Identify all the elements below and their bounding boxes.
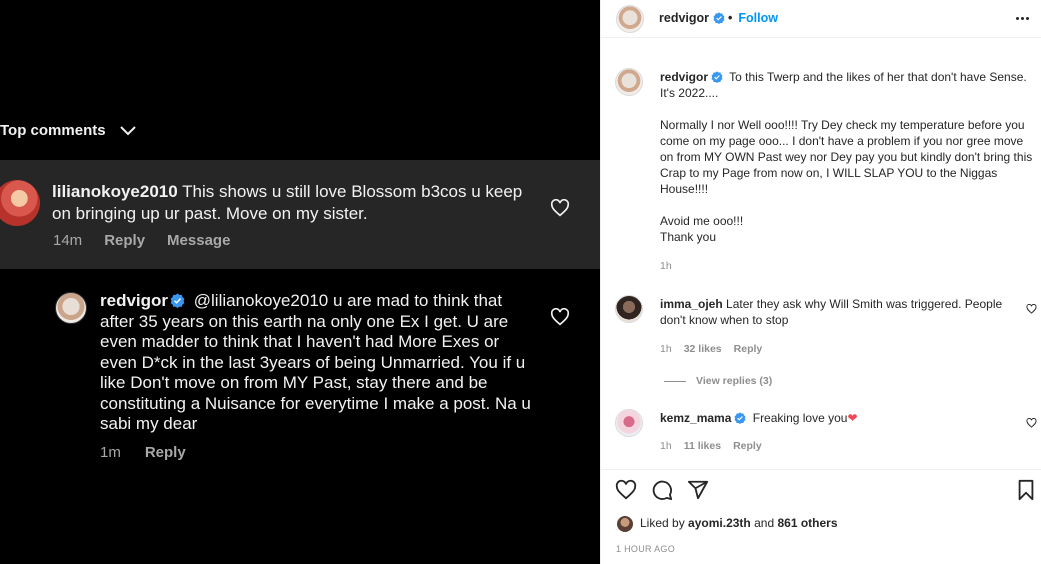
reply-button[interactable]: Reply: [104, 232, 145, 249]
reply-username[interactable]: redvigor: [100, 291, 168, 310]
reply-body: @lilianokoye2010 u are mad to think that…: [100, 291, 531, 433]
separator-dot: •: [728, 11, 733, 25]
comment-likes[interactable]: 32 likes: [684, 343, 722, 355]
comment-text: kemz_mama Freaking love you❤: [660, 410, 1025, 426]
header-username[interactable]: redvigor: [659, 11, 709, 25]
comment-icon[interactable]: [651, 479, 673, 501]
verified-badge-icon: [713, 12, 725, 24]
follow-button[interactable]: Follow: [738, 11, 778, 25]
caption-para3a: Avoid me ooo!!!: [660, 214, 744, 228]
post-caption: redvigor To this Twerp and the likes of …: [660, 69, 1035, 261]
heart-emoji: ❤: [847, 411, 858, 425]
comment-text: imma_ojeh Later they ask why Will Smith …: [660, 296, 1025, 328]
reply-time: 1m: [100, 444, 121, 461]
heart-icon[interactable]: [550, 308, 570, 326]
verified-badge-icon: [734, 412, 746, 424]
view-replies-label: View replies (3): [696, 375, 773, 387]
heart-icon[interactable]: [1026, 418, 1037, 428]
liked-by-user[interactable]: ayomi.23th: [688, 516, 751, 530]
caption-username[interactable]: redvigor: [660, 70, 708, 84]
embedded-comment-screenshot: Top comments lilianokoye2010 This shows …: [0, 0, 600, 564]
comment-time[interactable]: 1h: [660, 343, 672, 355]
header-user: redvigor • Follow: [659, 11, 778, 25]
likes-summary: Liked by ayomi.23th and 861 others: [640, 516, 838, 530]
caption-para3b: Thank you: [660, 230, 717, 244]
comment-time[interactable]: 1h: [660, 440, 672, 452]
heart-icon[interactable]: [550, 199, 570, 217]
top-comments-toggle[interactable]: Top comments: [0, 122, 136, 139]
message-button[interactable]: Message: [167, 232, 230, 249]
liked-by-prefix: Liked by: [640, 516, 685, 530]
avatar[interactable]: [615, 295, 643, 323]
caption-para2: Normally I nor Well ooo!!!! Try Dey chec…: [660, 118, 1033, 196]
top-comments-label: Top comments: [0, 122, 106, 139]
post-header: redvigor • Follow: [600, 0, 1041, 38]
avatar[interactable]: [617, 516, 633, 532]
avatar[interactable]: [615, 409, 643, 437]
avatar[interactable]: [616, 5, 644, 33]
divider: [664, 380, 686, 382]
comment-body: Freaking love you: [752, 411, 848, 425]
chevron-down-icon: [119, 125, 136, 135]
bookmark-icon[interactable]: [1015, 479, 1037, 501]
avatar[interactable]: [55, 292, 87, 324]
comment-likes[interactable]: 11 likes: [684, 440, 721, 452]
reply-button[interactable]: Reply: [734, 343, 763, 355]
liked-by-and: and: [754, 516, 775, 530]
comment-username[interactable]: lilianokoye2010: [52, 182, 178, 201]
post-sidebar: redvigor • Follow redvigor To this Twerp…: [600, 0, 1041, 564]
comment-meta: 1h 32 likes Reply: [660, 343, 762, 355]
comment-username[interactable]: kemz_mama: [660, 411, 731, 425]
reply-button[interactable]: Reply: [733, 440, 762, 452]
share-icon[interactable]: [687, 479, 709, 501]
verified-badge-icon: [711, 71, 723, 83]
comment-text: lilianokoye2010 This shows u still love …: [52, 181, 532, 225]
comment-meta: 1h 11 likes Reply: [660, 440, 762, 452]
reply-meta: 1m Reply: [100, 444, 186, 461]
view-replies-button[interactable]: View replies (3): [664, 375, 772, 387]
heart-icon[interactable]: [1026, 304, 1037, 314]
comment-meta: 14m Reply Message: [53, 232, 230, 249]
more-options-icon[interactable]: [1016, 17, 1029, 20]
avatar[interactable]: [615, 68, 643, 96]
comment-username[interactable]: imma_ojeh: [660, 297, 723, 311]
caption-time[interactable]: 1h: [660, 260, 672, 272]
reply-text: redvigor @lilianokoye2010 u are mad to t…: [100, 291, 540, 435]
comment-time: 14m: [53, 232, 83, 249]
liked-by-others[interactable]: 861 others: [777, 516, 837, 530]
reply-button[interactable]: Reply: [145, 444, 186, 461]
post-timestamp[interactable]: 1 HOUR AGO: [616, 544, 675, 554]
like-heart-icon[interactable]: [615, 479, 637, 501]
verified-badge-icon: [170, 293, 185, 308]
